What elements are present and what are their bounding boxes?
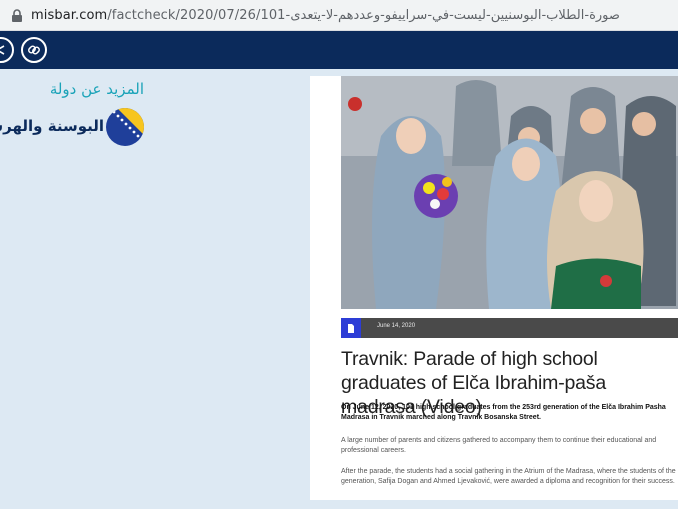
article-paragraph-2: After the parade, the students had a soc…	[341, 468, 676, 485]
article-meta-bar: June 14, 2020	[341, 318, 678, 338]
article-date: June 14, 2020	[377, 323, 416, 329]
share-circle-icon[interactable]	[0, 37, 14, 63]
address-url[interactable]: misbar.com/factcheck/2020/07/26/101-صورة…	[31, 8, 620, 23]
document-icon	[341, 318, 361, 338]
country-name: البوسنة والهرسك	[0, 117, 104, 135]
embedded-article: June 14, 2020 Travnik: Parade of high sc…	[310, 76, 678, 500]
sidebar-title: المزيد عن دولة	[49, 80, 144, 98]
graduates-photo	[341, 76, 678, 309]
url-domain: misbar.com	[31, 7, 108, 23]
lock-icon	[11, 8, 23, 22]
country-link-bosnia[interactable]: البوسنة والهرسك	[0, 107, 146, 147]
article-lead: On June 12, 2020, 101 high school gradua…	[341, 404, 666, 421]
site-navbar	[0, 31, 678, 69]
url-path: /factcheck/2020/07/26/101-صورة-الطلاب-ال…	[107, 7, 620, 23]
bosnia-flag-icon	[106, 108, 144, 146]
link-circle-icon[interactable]	[21, 37, 47, 63]
article-paragraph-1: A large number of parents and citizens g…	[341, 437, 657, 454]
browser-address-bar[interactable]: misbar.com/factcheck/2020/07/26/101-صورة…	[0, 0, 678, 31]
